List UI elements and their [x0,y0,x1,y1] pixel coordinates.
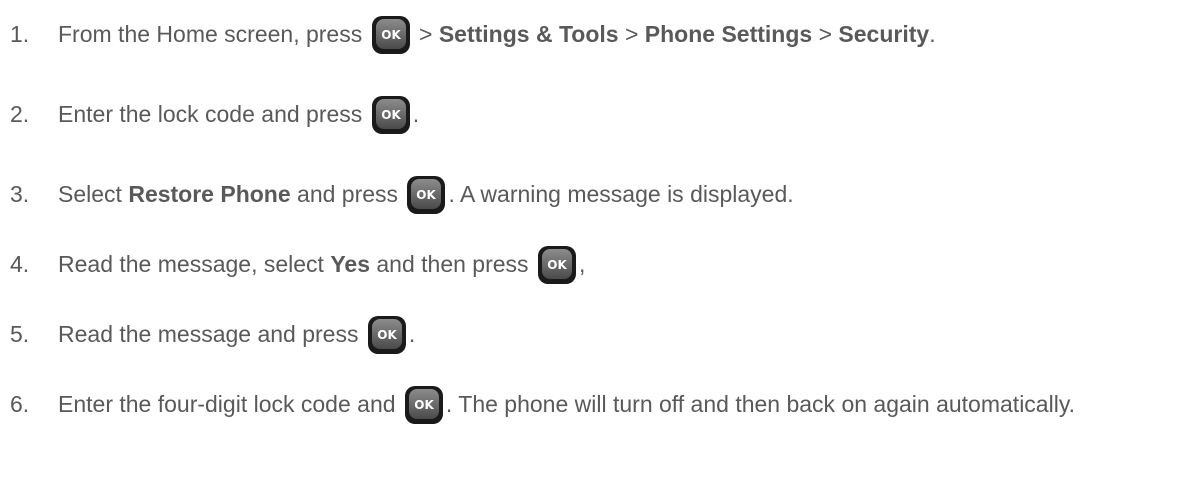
ok-key-icon: OK [371,95,411,135]
step-4: 4. Read the message, select Yes and then… [10,245,586,285]
step-text-run: and press [290,181,405,207]
step-text: Enter the lock code and press OK. [58,95,420,135]
ok-key-icon: OK [371,15,411,55]
step-text-run: > [412,21,439,47]
step-text-run: > [812,21,839,47]
step-3: 3. Select Restore Phone and press OK . A … [10,175,794,215]
step-text-run: From the Home screen, press [58,21,369,47]
step-text-run: Enter the lock code and press [58,101,369,127]
step-6: 6. Enter the four-digit lock code and OK… [10,385,1138,425]
bold-term: Phone Settings [644,21,813,47]
step-text-run: Read the message, select [58,251,331,277]
step-number: 5. [10,321,30,347]
ok-key-label: OK [547,258,567,272]
bold-term: Yes [330,251,370,277]
step-text-run: . [408,321,416,347]
step-number: 3. [10,181,30,207]
ok-key-label: OK [381,108,401,122]
step-text: Select Restore Phone and press OK . A war… [58,175,794,215]
ok-key-icon: OK [537,245,577,285]
step-1: 1. From the Home screen, press OK > Sett… [10,15,936,55]
ok-key-label: OK [414,398,434,412]
step-text-run: Select [58,181,129,207]
step-number: 6. [10,391,30,417]
ok-key-label: OK [377,328,397,342]
ok-key-label: OK [381,28,401,42]
step-text-run: and then press [369,251,535,277]
step-number: 4. [10,251,30,277]
step-text-run: > [618,21,645,47]
bold-term: Security [838,21,930,47]
ok-key-icon: OK [367,315,407,355]
step-text: Read the message, select Yes and then pr… [58,245,586,285]
ok-key-icon: OK [404,385,444,425]
ok-key-label: OK [417,188,437,202]
step-text: Read the message and press OK. [58,315,416,355]
step-number: 1. [10,21,30,47]
bold-term: Settings & Tools [438,21,619,47]
step-text: Enter the four-digit lock code and OK . T… [58,385,1138,425]
step-text-run: , [578,251,586,277]
step-text-run: . [929,21,936,47]
bold-term: Restore Phone [128,181,291,207]
step-number: 2. [10,101,30,127]
ok-key-icon: OK [406,175,446,215]
step-text-run: . A warning message is displayed. [448,181,794,207]
step-text-run: Read the message and press [58,321,365,347]
step-text-run: . [412,101,420,127]
step-2: 2. Enter the lock code and press OK. [10,95,420,135]
step-text-run: . The phone will turn off and then back … [445,391,1075,417]
step-text: From the Home screen, press OK > Setting… [58,15,936,55]
step-text-run: Enter the four-digit lock code and [58,391,402,417]
step-5: 5. Read the message and press OK. [10,315,416,355]
